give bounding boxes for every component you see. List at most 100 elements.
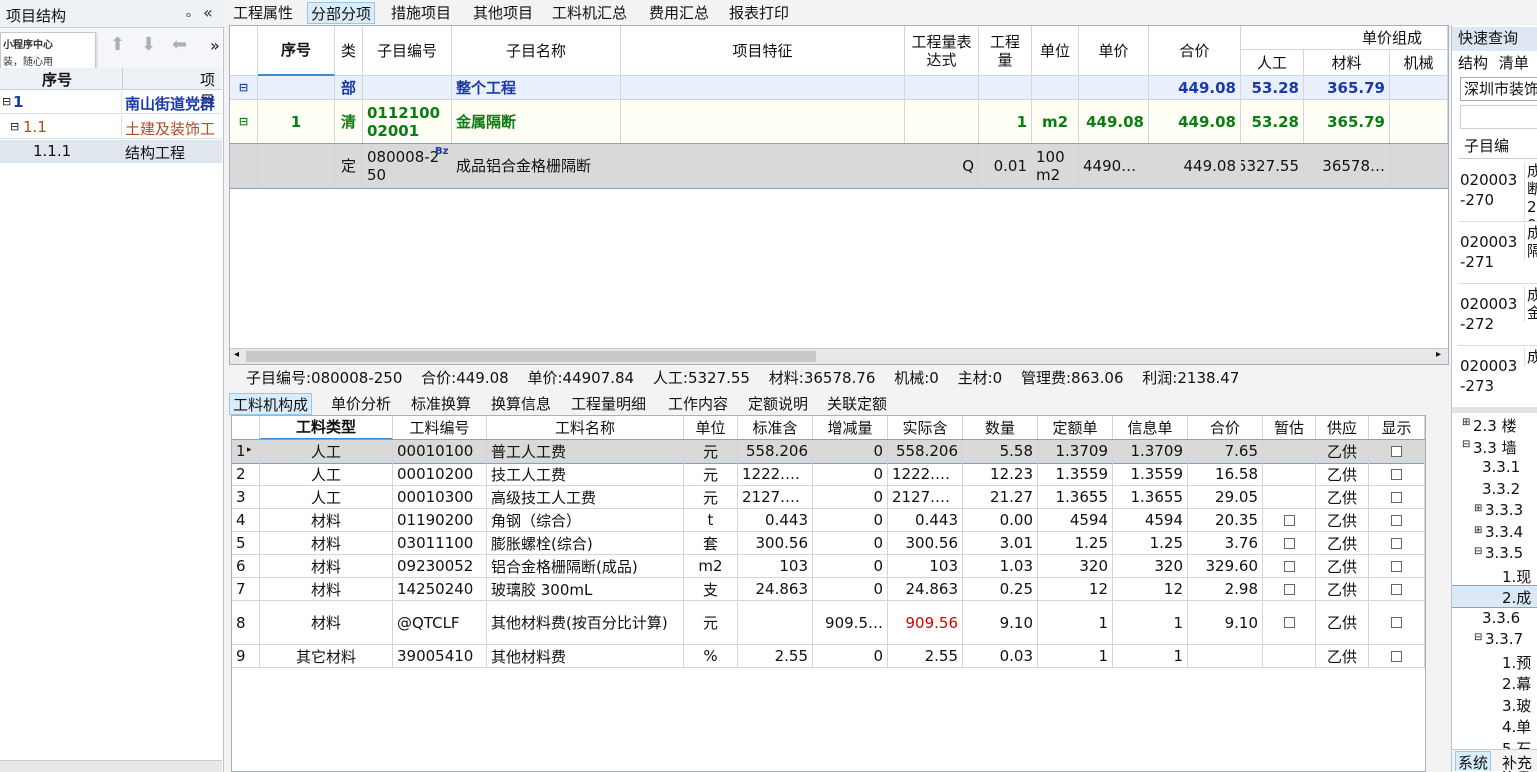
cell-est[interactable] bbox=[1263, 645, 1316, 668]
cell-qty-expr[interactable]: Q bbox=[905, 144, 979, 188]
header-qty[interactable]: 工程量 bbox=[979, 26, 1032, 76]
cell-delta[interactable]: 0 bbox=[813, 509, 888, 532]
cell-feature[interactable] bbox=[621, 100, 905, 144]
top-tab-2[interactable]: 措施项目 bbox=[388, 2, 454, 24]
cell-est[interactable] bbox=[1263, 555, 1316, 578]
chapter-tree-item[interactable]: 3.3.1 bbox=[1452, 457, 1537, 478]
cell-seq[interactable] bbox=[258, 76, 335, 100]
cell-code[interactable]: 00010100 bbox=[393, 440, 487, 463]
top-tab-4[interactable]: 工料机汇总 bbox=[549, 2, 630, 24]
cell-est[interactable] bbox=[1263, 532, 1316, 555]
res-header-9[interactable]: 信息单 bbox=[1113, 416, 1188, 440]
resource-row[interactable]: 7 材料 14250240 玻璃胶 300mL 支 24.863 0 24.863 0.25 12… bbox=[232, 578, 1425, 601]
header-material[interactable]: 材料 bbox=[1304, 50, 1390, 76]
header-machine[interactable]: 机械 bbox=[1390, 50, 1448, 76]
resource-row[interactable]: 3 人工 00010300 高级技工人工费元 2127.… 0 2127.… 21.27 1.3… bbox=[232, 486, 1425, 509]
cell-total[interactable]: 3.76 bbox=[1188, 532, 1263, 555]
resource-row[interactable]: 8 材料 @QTCLF 其他材料费(按百分比计算) 元 909.5… 909.56 9.10 1… bbox=[232, 601, 1425, 645]
cell-actual[interactable]: 909.56 bbox=[888, 601, 963, 645]
cell-name[interactable]: 高级技工人工费 bbox=[487, 486, 684, 509]
cell-qty[interactable]: 0.01 bbox=[979, 144, 1032, 188]
cell-total[interactable]: 20.35 bbox=[1188, 509, 1263, 532]
cell-qty[interactable]: 21.27 bbox=[963, 486, 1038, 509]
tree-row[interactable]: 1.1.1 结构工程 bbox=[0, 140, 222, 163]
header-name[interactable]: 子目名称 bbox=[452, 26, 621, 76]
header-unit-price[interactable]: 单价 bbox=[1079, 26, 1149, 76]
quota-list-item[interactable]: 020003-270 成断20 bbox=[1458, 160, 1537, 222]
cell-unit-price[interactable] bbox=[1079, 76, 1149, 100]
tab-supplement[interactable]: 补充 bbox=[1502, 752, 1532, 771]
cell-supply[interactable]: 乙供 bbox=[1316, 532, 1369, 555]
cell-name[interactable]: 玻璃胶 300mL bbox=[487, 578, 684, 601]
res-header-13[interactable]: 显示 bbox=[1369, 416, 1425, 440]
cell-total[interactable]: 2.98 bbox=[1188, 578, 1263, 601]
bottom-tab-4[interactable]: 工程量明细 bbox=[568, 393, 649, 415]
region-select[interactable]: 深圳市装饰 bbox=[1460, 77, 1537, 101]
bottom-tab-2[interactable]: 标准换算 bbox=[408, 393, 474, 415]
header-labor[interactable]: 人工 bbox=[1241, 50, 1304, 76]
cell-total[interactable] bbox=[1188, 645, 1263, 668]
chapter-tree-item[interactable]: ⊟ 3.3.5 bbox=[1452, 543, 1537, 564]
arrow-down-icon[interactable]: ⬇ bbox=[141, 34, 156, 55]
cell-supply[interactable]: 乙供 bbox=[1316, 645, 1369, 668]
table-row[interactable]: ⊟ 部 整个工程 449.08 53.28 365.79 bbox=[230, 76, 1448, 100]
expand-icon[interactable]: ⊟ bbox=[1474, 632, 1482, 643]
cell-est[interactable] bbox=[1263, 463, 1316, 486]
checkbox[interactable] bbox=[1391, 468, 1402, 480]
cell-unit[interactable]: m2 bbox=[1032, 100, 1079, 144]
cell-unit[interactable]: 支 bbox=[684, 578, 738, 601]
chapter-tree-item[interactable]: 2.成 bbox=[1452, 585, 1537, 608]
cell-info[interactable]: 320 bbox=[1113, 555, 1188, 578]
bottom-tab-6[interactable]: 定额说明 bbox=[745, 393, 811, 415]
cell-unit-price[interactable]: 449.08 bbox=[1079, 100, 1149, 144]
cell-est[interactable] bbox=[1263, 601, 1316, 645]
cell-code[interactable]: 00010200 bbox=[393, 463, 487, 486]
expand-icon[interactable]: ⊞ bbox=[1474, 525, 1482, 536]
cell-material[interactable]: 36578… bbox=[1304, 144, 1390, 188]
cell-total[interactable]: 9.10 bbox=[1188, 601, 1263, 645]
cell-actual[interactable]: 558.206 bbox=[888, 440, 963, 463]
cell-total[interactable]: 449.08 bbox=[1149, 144, 1241, 188]
tab-system[interactable]: 系统 bbox=[1455, 751, 1492, 771]
cell-seq[interactable]: 1 bbox=[258, 100, 335, 144]
cell-code[interactable]: 39005410 bbox=[393, 645, 487, 668]
cell-show[interactable] bbox=[1369, 578, 1425, 601]
top-tab-5[interactable]: 费用汇总 bbox=[646, 2, 712, 24]
more-button[interactable]: » bbox=[210, 36, 220, 55]
cell-labor[interactable]: 53.28 bbox=[1241, 100, 1304, 144]
res-header-2[interactable]: 工料名称 bbox=[487, 416, 684, 440]
cell-qty[interactable]: 1.03 bbox=[963, 555, 1038, 578]
res-header-10[interactable]: 合价 bbox=[1188, 416, 1263, 440]
header-total[interactable]: 合价 bbox=[1149, 26, 1241, 76]
cell-qty[interactable] bbox=[979, 76, 1032, 100]
cell-show[interactable] bbox=[1369, 601, 1425, 645]
cell-supply[interactable]: 乙供 bbox=[1316, 509, 1369, 532]
cell-qty[interactable]: 12.23 bbox=[963, 463, 1038, 486]
cell-info[interactable]: 1 bbox=[1113, 601, 1188, 645]
resource-row[interactable]: 9 其它材料 39005410 其他材料费% 2.55 0 2.55 0.03 1 1 乙供 bbox=[232, 645, 1425, 668]
top-tab-0[interactable]: 工程属性 bbox=[230, 2, 296, 24]
cell-feature[interactable] bbox=[621, 76, 905, 100]
header-expand-col[interactable] bbox=[230, 26, 258, 76]
cell-show[interactable] bbox=[1369, 486, 1425, 509]
quota-list-item[interactable]: 020003-271成隔 bbox=[1458, 222, 1537, 284]
cell-code[interactable]: 03011100 bbox=[393, 532, 487, 555]
res-header-1[interactable]: 工料编号 bbox=[393, 416, 487, 440]
cell-info[interactable]: 1 bbox=[1113, 645, 1188, 668]
cell-quota[interactable]: 12 bbox=[1038, 578, 1113, 601]
tab-structure[interactable]: 结构 bbox=[1458, 54, 1488, 72]
cell-type[interactable]: 其它材料 bbox=[260, 645, 393, 668]
cell-type[interactable]: 人工 bbox=[260, 463, 393, 486]
res-header-3[interactable]: 单位 bbox=[684, 416, 738, 440]
checkbox[interactable] bbox=[1391, 514, 1402, 526]
cell-quota[interactable]: 1 bbox=[1038, 645, 1113, 668]
chapter-tree-item[interactable]: 1.现 bbox=[1452, 565, 1537, 586]
cell-actual[interactable]: 103 bbox=[888, 555, 963, 578]
cell-total[interactable]: 7.65 bbox=[1188, 440, 1263, 463]
res-header-6[interactable]: 实际含 bbox=[888, 416, 963, 440]
header-unit[interactable]: 单位 bbox=[1032, 26, 1079, 76]
checkbox[interactable] bbox=[1391, 617, 1402, 628]
cell-type[interactable]: 材料 bbox=[260, 601, 393, 645]
cell-qty[interactable]: 9.10 bbox=[963, 601, 1038, 645]
chapter-tree-item[interactable]: ⊟ 3.3.7 bbox=[1452, 629, 1537, 650]
